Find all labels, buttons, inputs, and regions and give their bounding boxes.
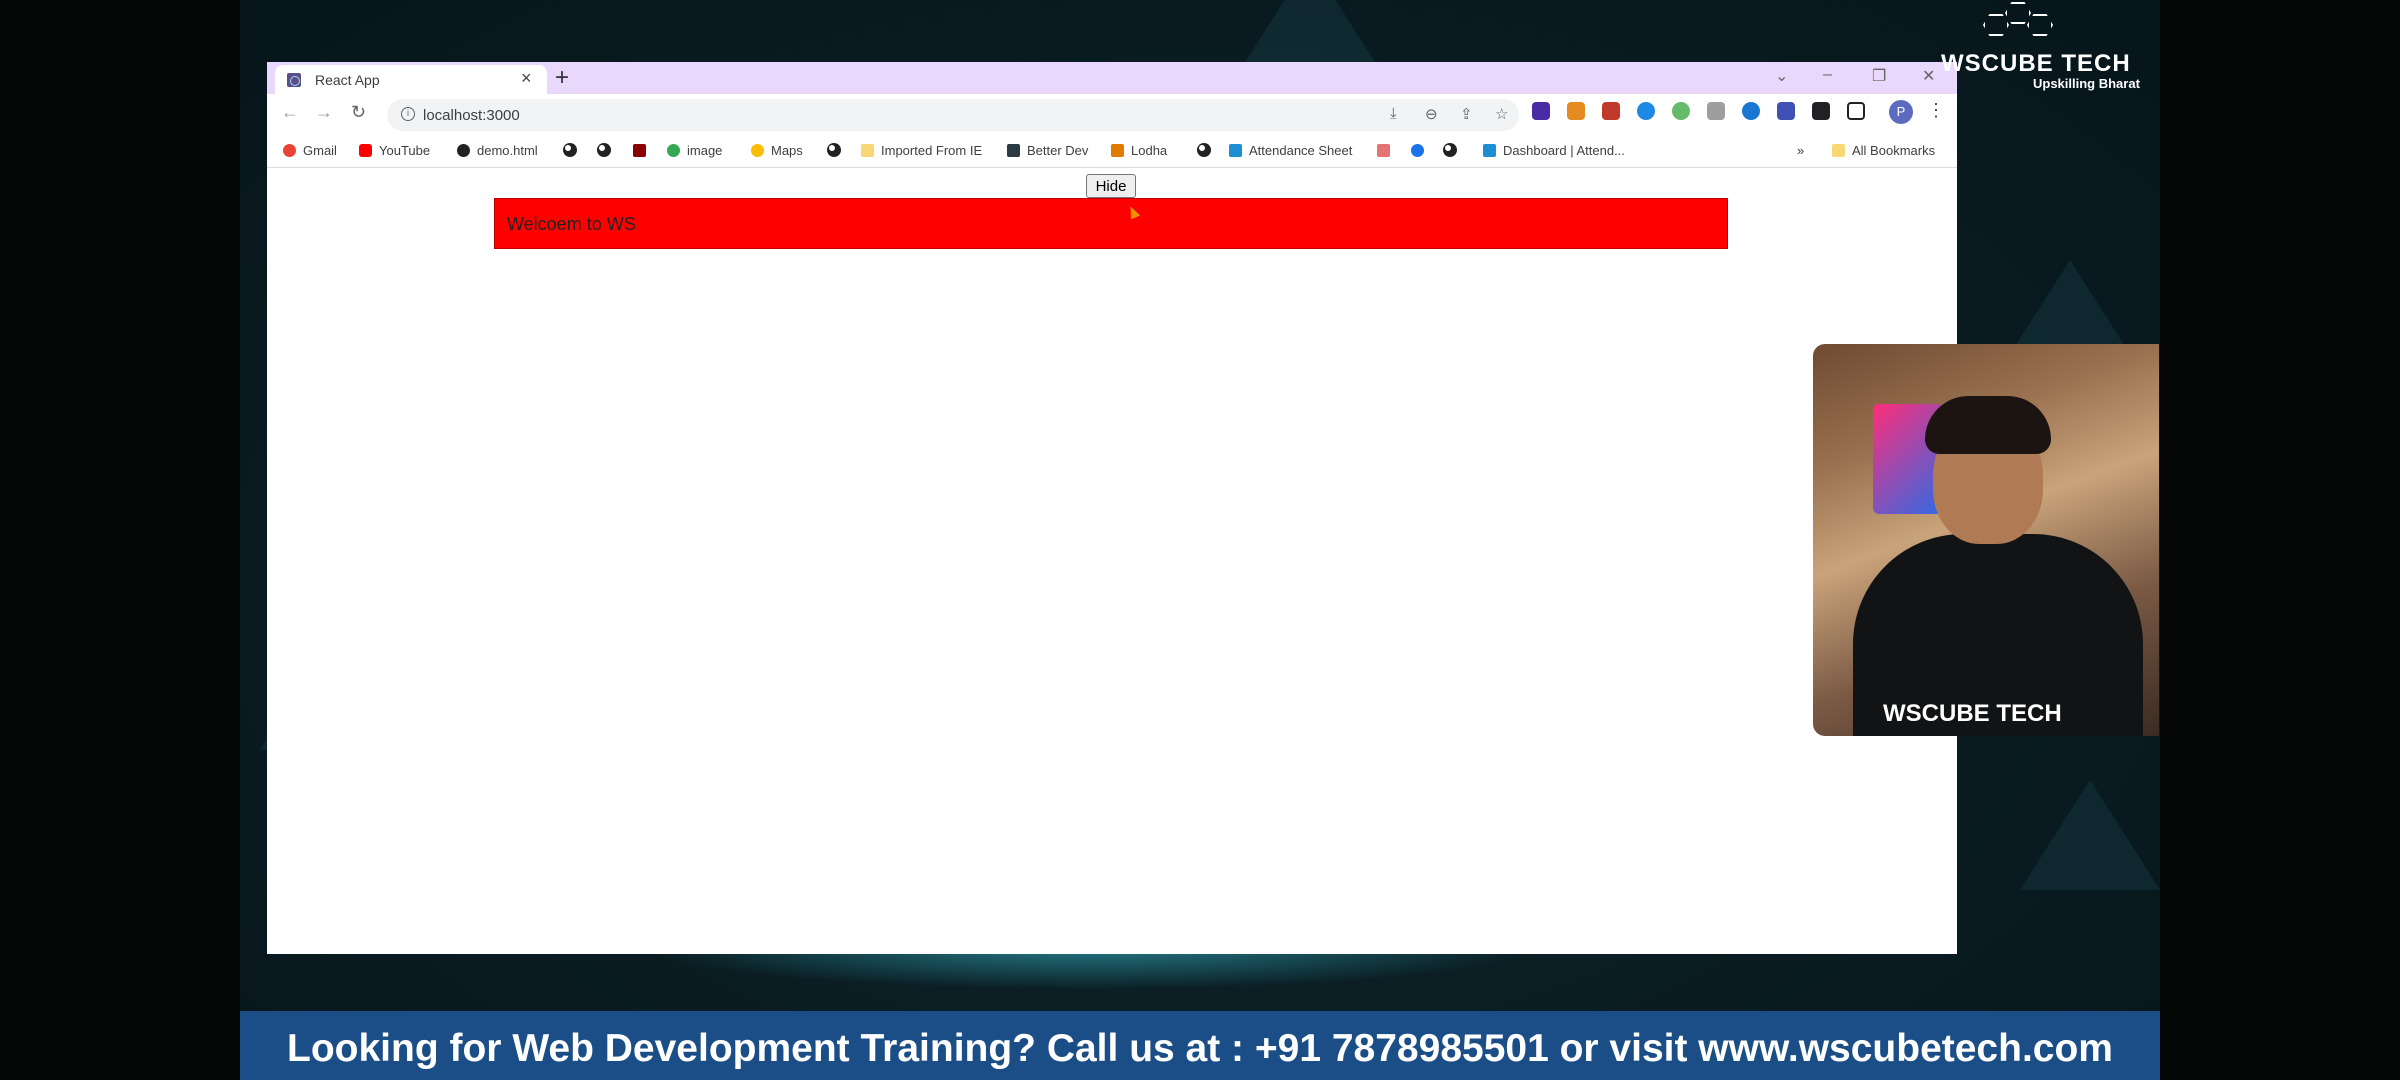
logo-tagline: Upskilling Bharat xyxy=(2033,76,2140,91)
background-triangle xyxy=(2020,780,2160,890)
bookmark-imported-from-ie[interactable]: Imported From IE xyxy=(861,143,982,158)
bookmarks-overflow-button[interactable]: » xyxy=(1797,143,1804,158)
maps-pin-icon xyxy=(751,144,764,157)
hide-button[interactable]: Hide xyxy=(1086,174,1136,198)
banner-text: Looking for Web Development Training? Ca… xyxy=(287,1027,2113,1070)
profile-avatar[interactable]: P xyxy=(1889,100,1913,124)
tab-strip: React App × + ⌄ – ❐ ✕ xyxy=(267,62,1957,94)
better-dev-icon xyxy=(1007,144,1020,157)
red-site-icon xyxy=(1377,144,1390,157)
presenter-webcam: WSCUBE TECH xyxy=(1813,344,2159,736)
url-text[interactable]: localhost:3000 xyxy=(423,107,520,124)
reload-icon[interactable]: ↻ xyxy=(351,102,366,123)
side-panel-icon[interactable] xyxy=(1847,102,1865,120)
wscube-logo: WSCUBE TECH Upskilling Bharat xyxy=(1941,2,2151,98)
background-triangle xyxy=(1240,0,1380,70)
bookmark-image[interactable]: image xyxy=(667,143,722,158)
bookmark-maps[interactable]: Maps xyxy=(751,143,803,158)
extension-icon[interactable] xyxy=(1742,102,1760,120)
bookmark-globe-icon[interactable] xyxy=(827,143,841,157)
bookmark-youtube[interactable]: YouTube xyxy=(359,143,430,158)
screen-background: React App × + ⌄ – ❐ ✕ ← → ↻ i localhost:… xyxy=(0,0,2400,1080)
zoom-icon[interactable]: ⊖ xyxy=(1425,105,1438,123)
tab-react-app[interactable]: React App × xyxy=(275,65,547,94)
promo-banner: Looking for Web Development Training? Ca… xyxy=(240,1011,2160,1080)
forward-arrow-icon[interactable]: → xyxy=(315,102,333,123)
react-favicon-icon xyxy=(287,73,301,87)
bookmark-go-icon[interactable] xyxy=(633,143,653,158)
welcome-box: Welcoem to WS xyxy=(494,198,1728,249)
bookmark-globe-icon[interactable] xyxy=(1197,143,1211,157)
browser-menu-icon[interactable]: ⋮ xyxy=(1927,100,1945,121)
presenter-hair xyxy=(1925,396,2051,454)
extension-icon[interactable] xyxy=(1777,102,1795,120)
bookmark-search-icon[interactable] xyxy=(1411,143,1431,158)
all-bookmarks[interactable]: All Bookmarks xyxy=(1832,143,1935,158)
extension-icon[interactable] xyxy=(1602,102,1620,120)
vr-icon xyxy=(1229,144,1242,157)
back-arrow-icon[interactable]: ← xyxy=(281,102,299,123)
bookmark-better-dev[interactable]: Better Dev xyxy=(1007,143,1088,158)
site-info-icon[interactable]: i xyxy=(401,107,415,121)
browser-window: React App × + ⌄ – ❐ ✕ ← → ↻ i localhost:… xyxy=(267,62,1957,954)
bookmark-lodha[interactable]: Lodha xyxy=(1111,143,1167,158)
bookmark-gmail[interactable]: Gmail xyxy=(283,143,337,158)
extension-icon[interactable] xyxy=(1567,102,1585,120)
extension-icon[interactable] xyxy=(1637,102,1655,120)
bookmark-dashboard[interactable]: Dashboard | Attend... xyxy=(1483,143,1625,158)
folder-icon xyxy=(861,144,874,157)
search-icon xyxy=(1411,144,1424,157)
welcome-text: Welcoem to WS xyxy=(507,214,636,234)
gmail-icon xyxy=(283,144,296,157)
share-icon[interactable]: ⇪ xyxy=(1460,105,1473,123)
logo-title: WSCUBE TECH xyxy=(1941,50,2131,77)
vr-icon xyxy=(1483,144,1496,157)
browser-toolbar: ← → ↻ i localhost:3000 ⤓ ⊖ ⇪ ☆ P ⋮ xyxy=(267,94,1957,134)
bookmark-globe-icon[interactable] xyxy=(1443,143,1457,157)
folder-icon xyxy=(1832,144,1845,157)
extension-icon[interactable] xyxy=(1532,102,1550,120)
bookmark-globe-icon[interactable] xyxy=(597,143,611,157)
address-bar[interactable]: i localhost:3000 ⤓ ⊖ ⇪ ☆ xyxy=(387,99,1519,131)
bookmark-demo-html[interactable]: demo.html xyxy=(457,143,538,158)
minimize-button[interactable]: – xyxy=(1823,66,1832,84)
go-icon xyxy=(633,144,646,157)
restore-button[interactable]: ❐ xyxy=(1872,66,1886,86)
new-tab-button[interactable]: + xyxy=(555,64,569,92)
bookmark-globe-icon[interactable] xyxy=(563,143,577,157)
logo-hexagon-icon xyxy=(2027,14,2053,36)
shirt-logo: WSCUBE TECH xyxy=(1883,700,2062,727)
bookmark-attendance-sheet[interactable]: Attendance Sheet xyxy=(1229,143,1352,158)
extension-icon[interactable] xyxy=(1707,102,1725,120)
youtube-icon xyxy=(359,144,372,157)
close-window-button[interactable]: ✕ xyxy=(1922,66,1935,86)
lodha-icon xyxy=(1111,144,1124,157)
tab-search-icon[interactable]: ⌄ xyxy=(1775,66,1788,86)
bookmark-red-icon[interactable] xyxy=(1377,143,1397,158)
bookmarks-bar: Gmail YouTube demo.html image Maps Impor… xyxy=(267,134,1957,168)
image-icon xyxy=(667,144,680,157)
extensions-puzzle-icon[interactable] xyxy=(1812,102,1830,120)
page-content: Hide Welcoem to WS xyxy=(267,168,1957,954)
tab-close-icon[interactable]: × xyxy=(521,68,532,89)
tab-title: React App xyxy=(315,72,380,88)
install-app-icon[interactable]: ⤓ xyxy=(1390,105,1397,122)
logo-hexagon-icon xyxy=(1983,14,2009,36)
bookmark-star-icon[interactable]: ☆ xyxy=(1495,105,1508,123)
globe-icon xyxy=(457,144,470,157)
extension-icon[interactable] xyxy=(1672,102,1690,120)
